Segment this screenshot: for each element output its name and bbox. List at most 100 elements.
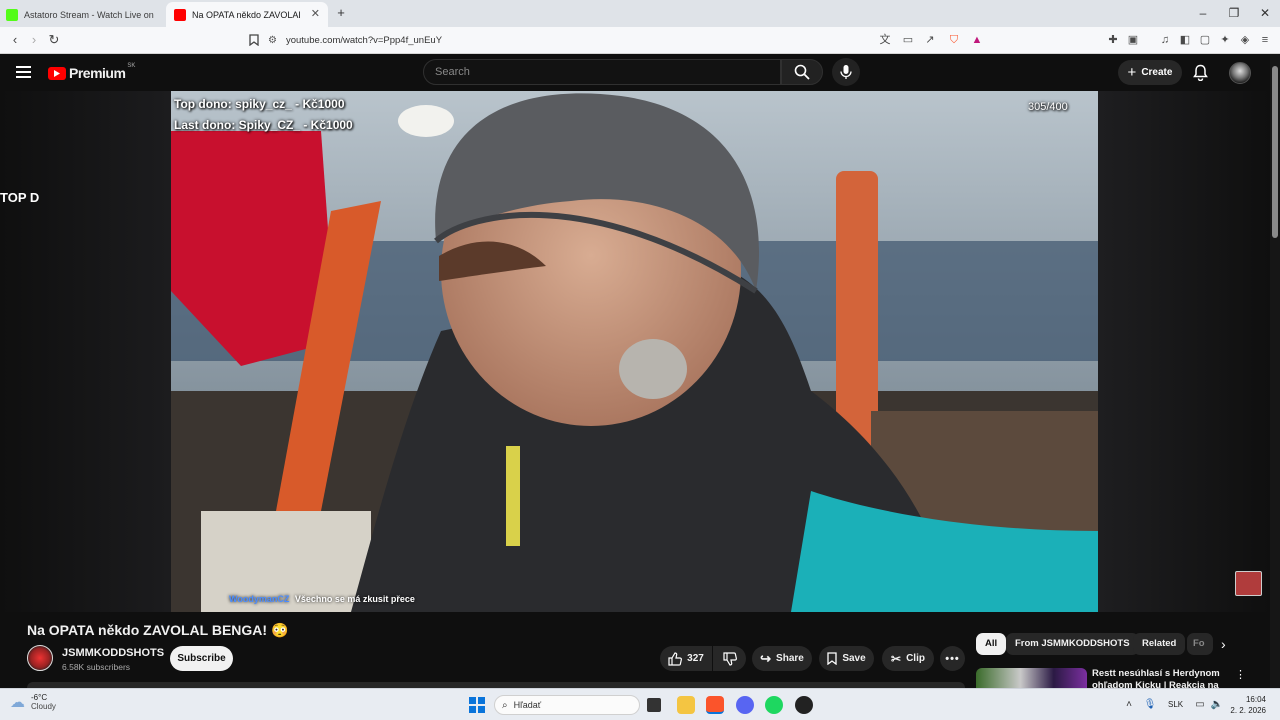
page-scrollbar[interactable] [1270, 54, 1280, 688]
thumbs-down-icon [722, 651, 737, 666]
clip-label: Clip [906, 653, 925, 664]
more-actions-button[interactable]: ••• [940, 646, 965, 671]
media-icon[interactable]: ♫ [1158, 33, 1172, 47]
hamburger-menu-icon[interactable] [16, 66, 31, 78]
close-window-icon[interactable]: ✕ [1258, 6, 1272, 20]
like-button[interactable]: 327 [660, 646, 712, 671]
forward-icon[interactable]: › [26, 32, 42, 47]
last-donation-overlay: Last dono: Spiky_CZ_ - Kč1000 [174, 118, 353, 132]
scrollbar-thumb[interactable] [1272, 66, 1278, 238]
voice-search-button[interactable] [832, 58, 860, 86]
chip-related[interactable]: Related [1133, 633, 1186, 655]
restore-icon[interactable]: ❐ [1227, 6, 1241, 20]
address-bar[interactable]: ⚙ youtube.com/watch?v=Ppp4f_unEuY [268, 30, 908, 51]
tab-title: Astatoro Stream - Watch Live on [24, 9, 154, 20]
stream-overlay-left-text: TOP D [0, 190, 40, 205]
search-button[interactable] [781, 59, 823, 85]
chip-partial[interactable]: Fo [1187, 633, 1213, 655]
save-label: Save [842, 653, 866, 664]
windows-taskbar: ☁ -6°C Cloudy ⌕ Hľadať ˄ 🎙 SLK ▭ 🔈 16:04… [0, 688, 1280, 720]
subscriber-count: 6.58K subscribers [62, 662, 131, 672]
minimize-icon[interactable]: – [1196, 6, 1210, 20]
spotify-icon[interactable] [765, 696, 783, 714]
video-frame-scene [171, 91, 1098, 612]
youtube-logo[interactable]: Premium SK [48, 63, 135, 81]
tab-search-icon[interactable]: ▣ [1126, 33, 1140, 47]
chat-username: WoodymanCZ [229, 594, 290, 604]
site-info-icon[interactable]: ⚙ [268, 35, 277, 46]
menu-icon[interactable]: ≡ [1258, 33, 1272, 47]
thumbs-up-icon [668, 651, 683, 666]
translate-icon[interactable]: 文 [878, 33, 892, 47]
youtube-play-icon [48, 66, 66, 80]
back-icon[interactable]: ‹ [7, 32, 23, 47]
share-page-icon[interactable]: ↗ [923, 33, 937, 47]
recommendation-title[interactable]: Restt nesúhlasí s Herdynom ohľadom Kicku… [1092, 668, 1222, 688]
create-button[interactable]: + Create [1118, 60, 1182, 85]
browser-toolbar: ‹ › ↻ ⚙ youtube.com/watch?v=Ppp4f_unEuY … [0, 27, 1280, 54]
discord-icon[interactable] [736, 696, 754, 714]
brave-shields-icon[interactable]: ⛉ [947, 33, 961, 47]
chip-all[interactable]: All [976, 633, 1007, 655]
leo-ai-icon[interactable]: ✦ [1218, 33, 1232, 47]
reload-icon[interactable]: ↻ [46, 32, 62, 48]
subscribe-button[interactable]: Subscribe [170, 646, 233, 671]
browser-tab-kick[interactable]: Astatoro Stream - Watch Live on [6, 2, 164, 27]
recommendation-menu-icon[interactable]: ⋮ [1235, 668, 1246, 681]
viewer-counter-overlay: 305/400 [1028, 101, 1068, 113]
brave-rewards-icon[interactable]: ▲ [970, 33, 984, 47]
chat-message: Všechno se má zkusit přece [294, 594, 415, 604]
extensions-icon[interactable]: ✚ [1106, 33, 1120, 47]
kick-favicon-icon [6, 8, 18, 21]
taskbar-search-box[interactable]: ⌕ Hľadať [494, 695, 640, 715]
youtube-favicon-icon [174, 8, 186, 21]
vpn-icon[interactable]: ◈ [1238, 33, 1252, 47]
rec-title-line-1: Restt nesúhlasí s Herdynom [1092, 668, 1220, 679]
like-count: 327 [687, 653, 704, 664]
youtube-masthead: Premium SK Search + Create [0, 54, 1280, 91]
app-icon[interactable] [795, 696, 813, 714]
dislike-button[interactable] [713, 646, 746, 671]
clip-button[interactable]: ✂ Clip [882, 646, 934, 671]
video-player[interactable]: Top dono: spiky_cz_ - Kč1000 Last dono: … [171, 91, 1098, 612]
create-label: Create [1141, 67, 1173, 78]
search-icon: ⌕ [502, 699, 508, 711]
account-avatar[interactable] [1229, 62, 1251, 84]
chip-from-channel[interactable]: From JSMMKODDSHOTS [1006, 633, 1139, 655]
tray-overflow-icon[interactable]: ˄ [1122, 699, 1136, 710]
network-icon[interactable]: ▭ [1193, 699, 1207, 710]
clock[interactable]: 16:04 2. 2. 2026 [1226, 694, 1266, 716]
wallet-icon[interactable]: ▢ [1198, 33, 1212, 47]
share-icon: ↪ [760, 650, 772, 666]
ambient-right [1098, 91, 1270, 612]
file-explorer-icon[interactable] [677, 696, 695, 714]
notifications-icon[interactable] [1193, 64, 1208, 86]
sidebar-toggle-icon[interactable]: ◧ [1178, 33, 1192, 47]
channel-avatar[interactable] [27, 645, 53, 671]
browser-tab-strip: Astatoro Stream - Watch Live on Na OPATA… [0, 0, 1280, 27]
more-dots-icon: ••• [945, 652, 960, 665]
logo-text: Premium [69, 65, 126, 81]
recommendation-thumbnail[interactable] [976, 668, 1087, 688]
microphone-tray-icon[interactable]: 🎙 [1143, 699, 1157, 710]
language-indicator[interactable]: SLK [1168, 700, 1183, 709]
channel-watermark-icon[interactable] [1235, 571, 1262, 596]
chips-next-icon[interactable]: › [1221, 636, 1226, 652]
clock-time: 16:04 [1245, 695, 1266, 704]
start-button[interactable] [469, 697, 485, 713]
brave-browser-icon[interactable] [706, 696, 724, 714]
task-view-icon[interactable] [647, 698, 661, 712]
volume-icon[interactable]: 🔈 [1210, 699, 1224, 710]
weather-widget[interactable]: ☁ -6°C Cloudy [10, 693, 56, 711]
close-tab-icon[interactable]: ✕ [311, 7, 320, 20]
reader-icon[interactable]: ▭ [901, 33, 915, 47]
search-input[interactable]: Search [423, 59, 781, 85]
browser-tab-youtube[interactable]: Na OPATA někdo ZAVOLAL BENGA! ✕ [166, 2, 328, 27]
new-tab-icon[interactable]: + [334, 5, 348, 20]
share-button[interactable]: ↪ Share [752, 646, 812, 671]
weather-desc: Cloudy [31, 702, 56, 711]
bookmark-icon[interactable] [246, 34, 262, 49]
save-icon [827, 652, 837, 665]
save-button[interactable]: Save [819, 646, 874, 671]
channel-name[interactable]: JSMMKODDSHOTS [62, 647, 164, 659]
